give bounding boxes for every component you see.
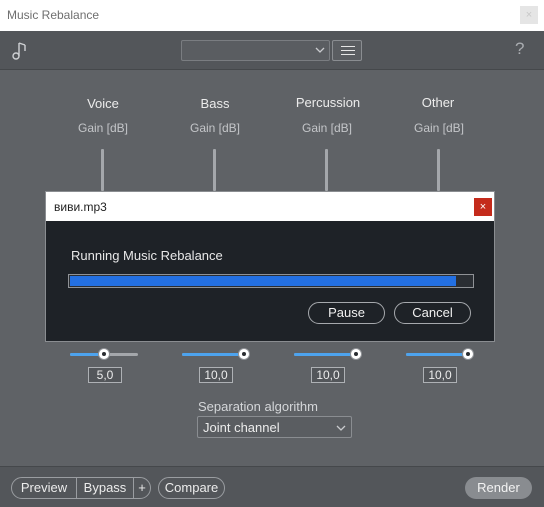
dialog-title: виви.mp3 — [54, 200, 107, 214]
bypass-button[interactable]: Bypass — [77, 478, 133, 498]
level-slider-voice[interactable] — [70, 348, 138, 360]
render-button[interactable]: Render — [465, 477, 532, 499]
footer-bar: Preview Bypass + Compare Render — [0, 466, 544, 507]
column-name-bass: Bass — [200, 96, 230, 111]
level-slider-percussion[interactable] — [294, 348, 362, 360]
value-field-percussion[interactable]: 10,0 — [311, 367, 345, 383]
window-title: Music Rebalance — [7, 8, 100, 22]
hamburger-icon — [341, 46, 355, 47]
preview-bypass-group: Preview Bypass + — [11, 477, 151, 499]
column-name-other: Other — [421, 95, 455, 110]
dialog-titlebar: виви.mp3 × — [46, 192, 494, 221]
window-close-button[interactable]: × — [520, 6, 538, 24]
level-slider-bass[interactable] — [182, 348, 250, 360]
pause-button[interactable]: Pause — [308, 302, 385, 324]
value-field-bass[interactable]: 10,0 — [199, 367, 233, 383]
cancel-button[interactable]: Cancel — [394, 302, 471, 324]
column-unit-voice: Gain [dB] — [77, 121, 129, 135]
column-name-voice: Voice — [87, 96, 119, 111]
gain-slider-voice[interactable] — [101, 149, 104, 191]
progress-bar — [68, 274, 474, 288]
column-name-percussion: Percussion — [295, 95, 361, 110]
music-note-icon — [12, 42, 26, 60]
progress-fill — [70, 276, 456, 286]
dialog-close-button[interactable]: × — [474, 198, 492, 216]
gain-slider-bass[interactable] — [213, 149, 216, 191]
column-unit-bass: Gain [dB] — [189, 121, 241, 135]
toolbar: ? — [0, 31, 544, 70]
chevron-down-icon — [315, 47, 325, 53]
separation-label: Separation algorithm — [198, 399, 318, 414]
compare-button[interactable]: Compare — [158, 477, 225, 499]
separation-dropdown[interactable]: Joint channel — [197, 416, 352, 438]
separation-value: Joint channel — [203, 420, 280, 435]
value-field-other[interactable]: 10,0 — [423, 367, 457, 383]
level-slider-other[interactable] — [406, 348, 474, 360]
help-icon[interactable]: ? — [515, 39, 524, 59]
dialog-message: Running Music Rebalance — [71, 248, 223, 263]
progress-dialog: виви.mp3 × Running Music Rebalance Pause… — [45, 191, 495, 342]
chevron-down-icon — [336, 425, 346, 431]
column-unit-percussion: Gain [dB] — [301, 121, 353, 135]
window-titlebar: Music Rebalance × — [0, 0, 544, 31]
slider-thumb[interactable] — [350, 348, 362, 360]
menu-button[interactable] — [332, 40, 362, 61]
column-unit-other: Gain [dB] — [413, 121, 465, 135]
preview-button[interactable]: Preview — [12, 478, 76, 498]
slider-thumb[interactable] — [462, 348, 474, 360]
add-button[interactable]: + — [134, 478, 150, 498]
slider-thumb[interactable] — [98, 348, 110, 360]
gain-slider-other[interactable] — [437, 149, 440, 191]
preset-dropdown[interactable] — [181, 40, 330, 61]
value-field-voice[interactable]: 5,0 — [88, 367, 122, 383]
gain-slider-percussion[interactable] — [325, 149, 328, 191]
slider-thumb[interactable] — [238, 348, 250, 360]
